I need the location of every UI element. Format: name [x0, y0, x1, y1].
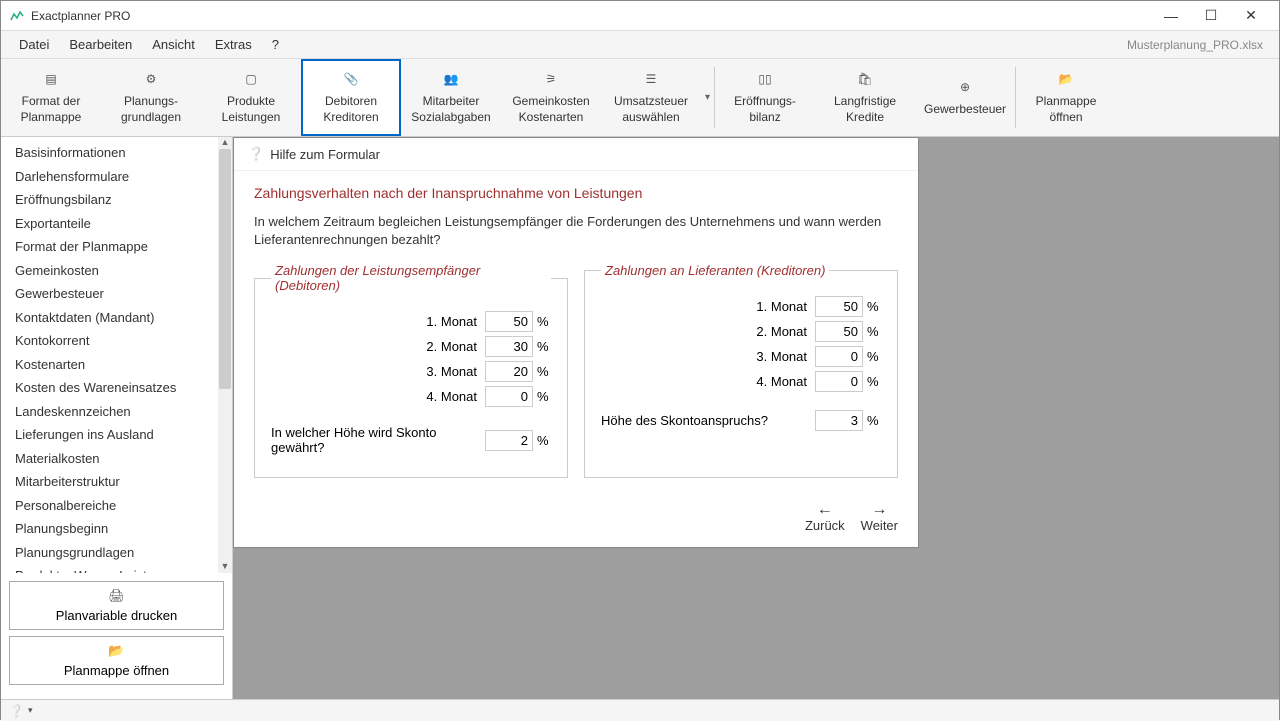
- ribbon-planungsgrundlagen[interactable]: ⚙ Planungs- grundlagen: [101, 59, 201, 136]
- help-icon[interactable]: ❔: [9, 704, 24, 718]
- close-button[interactable]: ✕: [1231, 1, 1271, 31]
- sidebar: Basisinformationen Darlehensformulare Er…: [1, 137, 233, 699]
- ribbon-mitarbeiter[interactable]: 👥 Mitarbeiter Sozialabgaben: [401, 59, 501, 136]
- tree-item[interactable]: Materialkosten: [1, 447, 232, 471]
- ribbon-eroeffnungsbilanz[interactable]: ▯▯ Eröffnungs- bilanz: [715, 59, 815, 136]
- creditors-skonto-input[interactable]: [815, 410, 863, 431]
- tree-item[interactable]: Eröffnungsbilanz: [1, 188, 232, 212]
- umsatzsteuer-dropdown[interactable]: ▾: [701, 92, 714, 103]
- scroll-thumb[interactable]: [219, 149, 231, 389]
- tree-item[interactable]: Planungsgrundlagen: [1, 541, 232, 565]
- creditors-month3-input[interactable]: [815, 346, 863, 367]
- statusbar: ❔ ▾: [1, 699, 1279, 721]
- tree-item[interactable]: Basisinformationen: [1, 141, 232, 165]
- debitors-legend: Zahlungen der Leistungsempfänger (Debito…: [271, 263, 551, 293]
- open-planmappe-button[interactable]: 📂 Planmappe öffnen: [9, 636, 224, 685]
- debitors-month2-input[interactable]: [485, 336, 533, 357]
- tree-item[interactable]: Gewerbesteuer: [1, 282, 232, 306]
- app-icon: [9, 8, 25, 24]
- menu-datei[interactable]: Datei: [9, 37, 59, 52]
- tree-item[interactable]: Kostenarten: [1, 353, 232, 377]
- window-title: Exactplanner PRO: [31, 9, 1151, 23]
- ribbon-umsatzsteuer[interactable]: ☰ Umsatzsteuer auswählen: [601, 59, 701, 136]
- tree-icon: ⚞: [546, 70, 557, 90]
- box-icon: ▢: [245, 70, 256, 90]
- tree-item[interactable]: Kontokorrent: [1, 329, 232, 353]
- tree-item[interactable]: Mitarbeiterstruktur: [1, 470, 232, 494]
- back-button[interactable]: ← Zurück: [805, 502, 845, 533]
- folder-open-icon: 📂: [108, 643, 124, 661]
- maximize-button[interactable]: ☐: [1191, 1, 1231, 31]
- open-file-name: Musterplanung_PRO.xlsx: [1127, 38, 1271, 52]
- debitors-month1-input[interactable]: [485, 311, 533, 332]
- ribbon-produkte-leistungen[interactable]: ▢ Produkte Leistungen: [201, 59, 301, 136]
- list-icon: ☰: [646, 70, 657, 90]
- tree-item[interactable]: Personalbereiche: [1, 494, 232, 518]
- menu-bearbeiten[interactable]: Bearbeiten: [59, 37, 142, 52]
- tree-item[interactable]: Lieferungen ins Ausland: [1, 423, 232, 447]
- tree-item[interactable]: Kontaktdaten (Mandant): [1, 306, 232, 330]
- ribbon: ▤ Format der Planmappe ⚙ Planungs- grund…: [1, 59, 1279, 137]
- ribbon-gemeinkosten[interactable]: ⚞ Gemeinkosten Kostenarten: [501, 59, 601, 136]
- menubar: Datei Bearbeiten Ansicht Extras ? Muster…: [1, 31, 1279, 59]
- tree-item[interactable]: Kosten des Wareneinsatzes: [1, 376, 232, 400]
- minimize-button[interactable]: —: [1151, 1, 1191, 31]
- scroll-up-icon[interactable]: ▲: [218, 137, 232, 149]
- menu-extras[interactable]: Extras: [205, 37, 262, 52]
- document-icon: ▤: [45, 70, 56, 90]
- debitors-skonto-input[interactable]: [485, 430, 533, 451]
- tree: Basisinformationen Darlehensformulare Er…: [1, 137, 232, 573]
- debitors-month3-input[interactable]: [485, 361, 533, 382]
- ribbon-planmappe-oeffnen[interactable]: 📂 Planmappe öffnen: [1016, 59, 1116, 136]
- menu-ansicht[interactable]: Ansicht: [142, 37, 205, 52]
- form-description: In welchem Zeitraum begleichen Leistungs…: [254, 213, 898, 249]
- ribbon-langfristige-kredite[interactable]: 🛍 Langfristige Kredite: [815, 59, 915, 136]
- next-button[interactable]: → Weiter: [861, 502, 898, 533]
- form-title: Zahlungsverhalten nach der Inanspruchnah…: [254, 185, 898, 201]
- help-link[interactable]: ❔ Hilfe zum Formular: [234, 138, 918, 171]
- scroll-down-icon[interactable]: ▼: [218, 561, 232, 573]
- creditors-legend: Zahlungen an Lieferanten (Kreditoren): [601, 263, 829, 278]
- tree-item[interactable]: Gemeinkosten: [1, 259, 232, 283]
- settings-icon: ⚙: [146, 70, 157, 90]
- help-icon: ❔: [248, 146, 264, 162]
- tree-item[interactable]: Produkte, Waren, Leistungen: [1, 564, 232, 573]
- status-dropdown-icon[interactable]: ▾: [28, 705, 33, 716]
- creditors-month1-input[interactable]: [815, 296, 863, 317]
- arrow-left-icon: ←: [817, 502, 833, 518]
- book-icon: ▯▯: [758, 70, 771, 90]
- folder-open-icon: 📂: [1059, 70, 1074, 90]
- arrow-right-icon: →: [871, 502, 887, 518]
- tree-scrollbar[interactable]: ▲ ▼: [218, 137, 232, 573]
- content-area: ❔ Hilfe zum Formular Zahlungsverhalten n…: [233, 137, 1279, 699]
- menu-help[interactable]: ?: [262, 37, 289, 52]
- globe-icon: ⊕: [960, 78, 970, 98]
- creditors-month2-input[interactable]: [815, 321, 863, 342]
- creditors-month4-input[interactable]: [815, 371, 863, 392]
- ribbon-debitoren-kreditoren[interactable]: 📎 Debitoren Kreditoren: [301, 59, 401, 136]
- ribbon-format-planmappe[interactable]: ▤ Format der Planmappe: [1, 59, 101, 136]
- ribbon-gewerbesteuer[interactable]: ⊕ Gewerbesteuer: [915, 59, 1015, 136]
- tree-item[interactable]: Landeskennzeichen: [1, 400, 232, 424]
- form-panel: ❔ Hilfe zum Formular Zahlungsverhalten n…: [233, 137, 919, 548]
- people-icon: 👥: [444, 70, 459, 90]
- creditors-fieldset: Zahlungen an Lieferanten (Kreditoren) 1.…: [584, 263, 898, 478]
- tree-item[interactable]: Darlehensformulare: [1, 165, 232, 189]
- debitors-month4-input[interactable]: [485, 386, 533, 407]
- tree-item[interactable]: Format der Planmappe: [1, 235, 232, 259]
- printer-icon: 🖨: [108, 588, 125, 606]
- tree-item[interactable]: Exportanteile: [1, 212, 232, 236]
- paperclip-icon: 📎: [344, 70, 359, 90]
- tree-item[interactable]: Planungsbeginn: [1, 517, 232, 541]
- print-planvariable-button[interactable]: 🖨 Planvariable drucken: [9, 581, 224, 630]
- titlebar: Exactplanner PRO — ☐ ✕: [1, 1, 1279, 31]
- bag-icon: 🛍: [857, 70, 872, 90]
- debitors-fieldset: Zahlungen der Leistungsempfänger (Debito…: [254, 263, 568, 478]
